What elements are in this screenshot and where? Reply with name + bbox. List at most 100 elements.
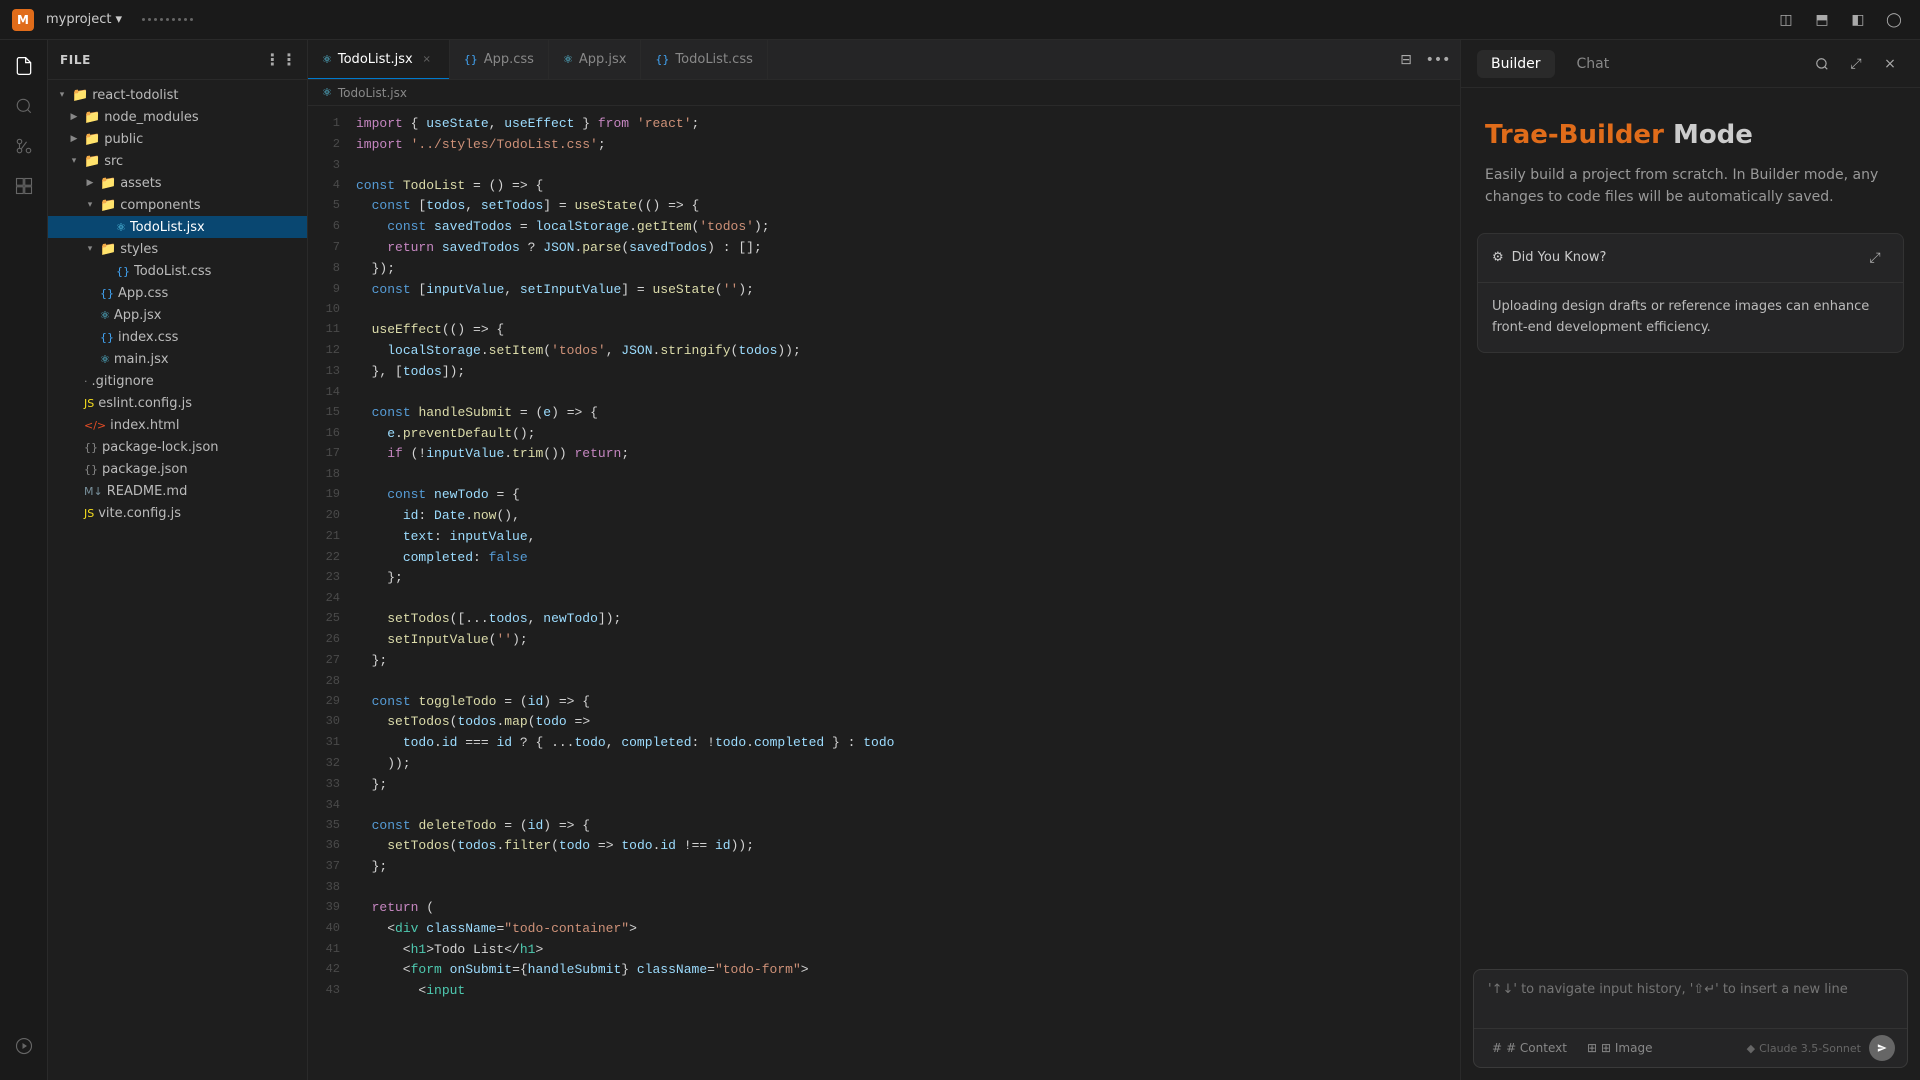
sidebar-item-todolist-css[interactable]: {} TodoList.css bbox=[48, 260, 307, 282]
split-editor-icon[interactable]: ⊟ bbox=[1392, 46, 1420, 74]
breadcrumb: ⚛ TodoList.jsx bbox=[308, 80, 1460, 106]
sidebar-item-index-css[interactable]: {} index.css bbox=[48, 326, 307, 348]
source-control-icon[interactable] bbox=[6, 128, 42, 164]
tab-app-css-icon: {} bbox=[464, 53, 478, 66]
line-num-23: 23 bbox=[308, 568, 356, 589]
line-content-23: }; bbox=[356, 568, 1460, 589]
line-num-27: 27 bbox=[308, 651, 356, 672]
index-css-icon: {} bbox=[100, 331, 114, 344]
line-content-38 bbox=[356, 878, 1460, 898]
sidebar-item-gitignore[interactable]: · .gitignore bbox=[48, 370, 307, 392]
extensions-icon[interactable] bbox=[6, 168, 42, 204]
tab-todolist-css[interactable]: {} TodoList.css bbox=[641, 40, 767, 79]
styles-arrow: ▾ bbox=[84, 243, 96, 255]
code-line-6: 6 const savedTodos = localStorage.getIte… bbox=[308, 217, 1460, 238]
code-line-28: 28 bbox=[308, 672, 1460, 692]
sidebar-item-todolist-jsx[interactable]: ⚛ TodoList.jsx bbox=[48, 216, 307, 238]
sidebar-item-index-html[interactable]: </> index.html bbox=[48, 414, 307, 436]
code-line-24: 24 bbox=[308, 589, 1460, 609]
hash-icon: # bbox=[1492, 1041, 1502, 1055]
send-button[interactable] bbox=[1869, 1035, 1895, 1061]
sidebar-item-src[interactable]: ▾ 📁 src bbox=[48, 150, 307, 172]
tab-chat[interactable]: Chat bbox=[1563, 50, 1624, 78]
sidebar-item-vite-config[interactable]: JS vite.config.js bbox=[48, 502, 307, 524]
code-line-2: 2 import '../styles/TodoList.css'; bbox=[308, 135, 1460, 156]
title-bar-actions: ◫ ⬒ ◧ ◯ bbox=[1772, 6, 1908, 34]
code-line-9: 9 const [inputValue, setInputValue] = us… bbox=[308, 280, 1460, 301]
code-line-14: 14 bbox=[308, 383, 1460, 403]
more-actions-icon[interactable]: ••• bbox=[1424, 46, 1452, 74]
title-bar: M myproject ▾ ◫ ⬒ ◧ ◯ bbox=[0, 0, 1920, 40]
line-content-15: const handleSubmit = (e) => { bbox=[356, 403, 1460, 424]
sidebar-item-node-modules[interactable]: ▶ 📁 node_modules bbox=[48, 106, 307, 128]
panel-close-icon[interactable]: × bbox=[1876, 50, 1904, 78]
editor-area: ⚛ TodoList.jsx × {} App.css ⚛ App.jsx {}… bbox=[308, 40, 1460, 1080]
app-menu-dots[interactable] bbox=[142, 18, 193, 21]
tab-app-jsx[interactable]: ⚛ App.jsx bbox=[549, 40, 641, 79]
files-icon[interactable] bbox=[6, 48, 42, 84]
sidebar-item-components[interactable]: ▾ 📁 components bbox=[48, 194, 307, 216]
sidebar-item-styles[interactable]: ▾ 📁 styles bbox=[48, 238, 307, 260]
code-line-33: 33 }; bbox=[308, 775, 1460, 796]
code-line-20: 20 id: Date.now(), bbox=[308, 506, 1460, 527]
builder-title: Trae-Builder Mode bbox=[1485, 120, 1896, 150]
node-modules-arrow: ▶ bbox=[68, 111, 80, 123]
did-you-know-content: Uploading design drafts or reference ima… bbox=[1478, 283, 1903, 353]
sidebar-item-assets[interactable]: ▶ 📁 assets bbox=[48, 172, 307, 194]
main-jsx-label: main.jsx bbox=[114, 352, 299, 367]
line-num-11: 11 bbox=[308, 320, 356, 341]
code-line-43: 43 <input bbox=[308, 981, 1460, 1002]
code-line-10: 10 bbox=[308, 300, 1460, 320]
context-button[interactable]: # # Context bbox=[1486, 1038, 1573, 1058]
search-icon[interactable] bbox=[6, 88, 42, 124]
src-arrow: ▾ bbox=[68, 155, 80, 167]
sidebar-item-main-jsx[interactable]: ⚛ main.jsx bbox=[48, 348, 307, 370]
index-css-label: index.css bbox=[118, 330, 299, 345]
public-label: public bbox=[104, 132, 299, 147]
layout-icon[interactable]: ◫ bbox=[1772, 6, 1800, 34]
tab-todolist-jsx-icon: ⚛ bbox=[322, 53, 332, 66]
sidebar-menu-icon[interactable]: ⋮⋮ bbox=[267, 46, 295, 74]
tab-app-css[interactable]: {} App.css bbox=[450, 40, 549, 79]
sidebar-item-readme[interactable]: M↓ README.md bbox=[48, 480, 307, 502]
project-name[interactable]: myproject ▾ bbox=[46, 12, 122, 27]
assets-label: assets bbox=[120, 176, 299, 191]
line-num-33: 33 bbox=[308, 775, 356, 796]
line-num-34: 34 bbox=[308, 796, 356, 816]
did-you-know-expand-icon[interactable]: ⤢ bbox=[1861, 244, 1889, 272]
line-num-32: 32 bbox=[308, 754, 356, 775]
line-num-13: 13 bbox=[308, 362, 356, 383]
tab-todolist-jsx[interactable]: ⚛ TodoList.jsx × bbox=[308, 40, 450, 79]
public-folder-icon: 📁 bbox=[84, 132, 100, 147]
panel-icon[interactable]: ⬒ bbox=[1808, 6, 1836, 34]
line-num-8: 8 bbox=[308, 259, 356, 280]
sidebar-item-eslint[interactable]: JS eslint.config.js bbox=[48, 392, 307, 414]
line-content-19: const newTodo = { bbox=[356, 485, 1460, 506]
run-icon[interactable] bbox=[6, 1028, 42, 1064]
code-line-3: 3 bbox=[308, 156, 1460, 176]
sidebar-item-app-jsx[interactable]: ⚛ App.jsx bbox=[48, 304, 307, 326]
right-panel: Builder Chat ⤢ × Trae-Builder Mode Easil… bbox=[1460, 40, 1920, 1080]
code-editor[interactable]: 1 import { useState, useEffect } from 'r… bbox=[308, 106, 1460, 1080]
did-you-know-title-area: ⚙ Did You Know? bbox=[1492, 250, 1606, 265]
panel-search-icon[interactable] bbox=[1808, 50, 1836, 78]
line-num-28: 28 bbox=[308, 672, 356, 692]
sidebar-item-package-json[interactable]: {} package.json bbox=[48, 458, 307, 480]
image-button[interactable]: ⊞ ⊞ Image bbox=[1581, 1038, 1659, 1058]
tab-todolist-jsx-close[interactable]: × bbox=[419, 52, 435, 68]
sidebar-item-app-css[interactable]: {} App.css bbox=[48, 282, 307, 304]
line-num-39: 39 bbox=[308, 898, 356, 919]
sidebar-item-package-lock[interactable]: {} package-lock.json bbox=[48, 436, 307, 458]
model-name: Claude 3.5-Sonnet bbox=[1759, 1042, 1861, 1055]
user-icon[interactable]: ◯ bbox=[1880, 6, 1908, 34]
model-selector[interactable]: ◆ Claude 3.5-Sonnet bbox=[1747, 1042, 1861, 1055]
sidebar-item-public[interactable]: ▶ 📁 public bbox=[48, 128, 307, 150]
line-num-40: 40 bbox=[308, 919, 356, 940]
breadcrumb-file-icon: ⚛ bbox=[322, 86, 332, 99]
tab-builder[interactable]: Builder bbox=[1477, 50, 1555, 78]
panel-expand-icon[interactable]: ⤢ bbox=[1842, 50, 1870, 78]
sidebar-icon[interactable]: ◧ bbox=[1844, 6, 1872, 34]
code-line-29: 29 const toggleTodo = (id) => { bbox=[308, 692, 1460, 713]
chat-input[interactable] bbox=[1474, 970, 1907, 1024]
sidebar-item-root[interactable]: ▾ 📁 react-todolist bbox=[48, 84, 307, 106]
